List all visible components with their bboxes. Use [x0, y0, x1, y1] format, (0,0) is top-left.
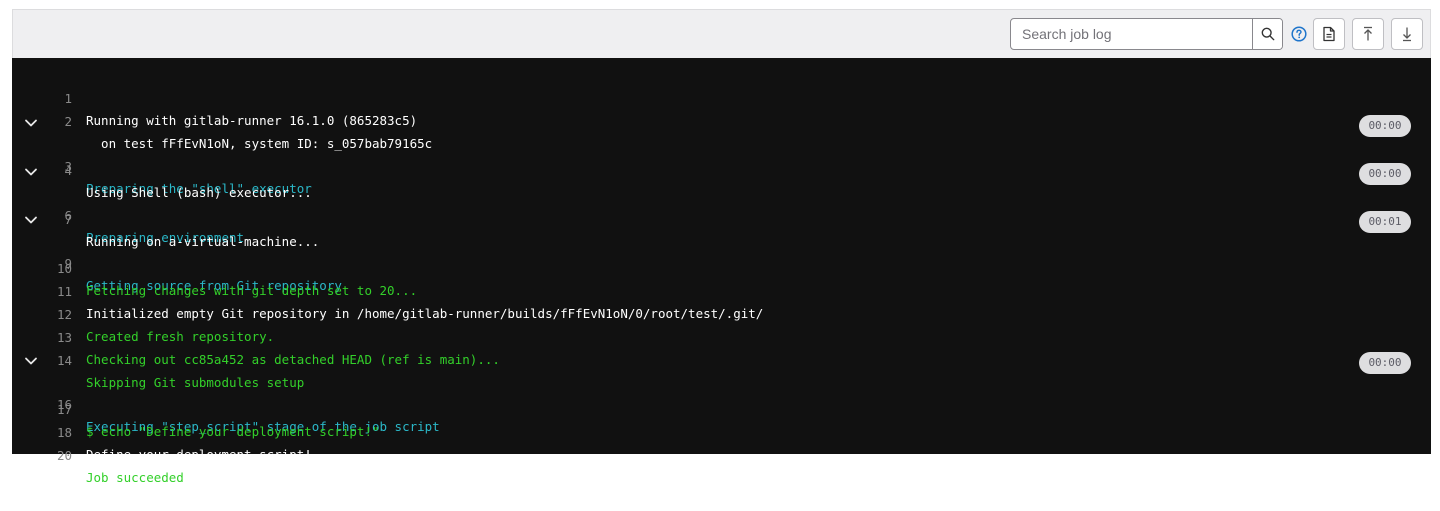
question-circle-icon: [1291, 26, 1307, 42]
scroll-to-top-button[interactable]: [1352, 18, 1384, 50]
search-button[interactable]: [1252, 19, 1282, 49]
log-line: 10 Fetching changes with git depth set t…: [12, 236, 1431, 298]
search-job-log-input[interactable]: [1011, 19, 1262, 49]
log-line: 14 Skipping Git submodules setup: [12, 328, 1431, 390]
log-section-header[interactable]: 3 Preparing the "shell" executor 00:00: [12, 112, 1431, 196]
search-box: [1010, 18, 1283, 50]
help-button[interactable]: [1290, 25, 1308, 43]
log-line: 4 Using Shell (bash) executor...: [12, 138, 1431, 200]
show-raw-button[interactable]: [1313, 18, 1345, 50]
section-duration-badge: 00:01: [1359, 211, 1411, 233]
section-duration-badge: 00:00: [1359, 352, 1411, 374]
log-section-header[interactable]: 6 Preparing environment 00:00: [12, 161, 1431, 245]
log-section-header[interactable]: 16 Executing "step_script" stage of the …: [12, 350, 1431, 434]
section-duration-badge: 00:00: [1359, 163, 1411, 185]
job-log: 1 Running with gitlab-runner 16.1.0 (865…: [12, 58, 1431, 485]
search-icon: [1261, 27, 1274, 41]
section-duration-badge: 00:00: [1359, 115, 1411, 137]
log-text: Define your deployment script!: [86, 447, 312, 462]
chevron-down-icon[interactable]: [24, 117, 38, 129]
chevron-down-icon[interactable]: [24, 166, 38, 178]
log-line: 13 Checking out cc85a452 as detached HEA…: [12, 305, 1431, 367]
log-line: 2 on test fFfEvN1oN, system ID: s_057bab…: [12, 89, 1431, 151]
chevron-down-icon[interactable]: [24, 355, 38, 367]
log-line: 17 $ echo "Define your deployment script…: [12, 377, 1431, 439]
log-line: 20 Job succeeded: [12, 423, 1431, 485]
log-line: 18 Define your deployment script!: [12, 400, 1431, 462]
chevron-down-icon[interactable]: [24, 214, 38, 226]
log-line: 1 Running with gitlab-runner 16.1.0 (865…: [12, 66, 1431, 128]
log-section-header[interactable]: 9 Getting source from Git repository 00:…: [12, 209, 1431, 293]
scroll-down-icon: [1403, 27, 1411, 42]
log-line: 12 Created fresh repository.: [12, 282, 1431, 344]
document-icon: [1323, 26, 1335, 42]
log-text: Job succeeded: [86, 470, 184, 485]
job-log-toolbar: [12, 9, 1431, 58]
scroll-to-bottom-button[interactable]: [1391, 18, 1423, 50]
log-line: 7 Running on a-virtual-machine...: [12, 187, 1431, 249]
scroll-up-icon: [1364, 26, 1372, 41]
log-line: 11 Initialized empty Git repository in /…: [12, 259, 1431, 321]
